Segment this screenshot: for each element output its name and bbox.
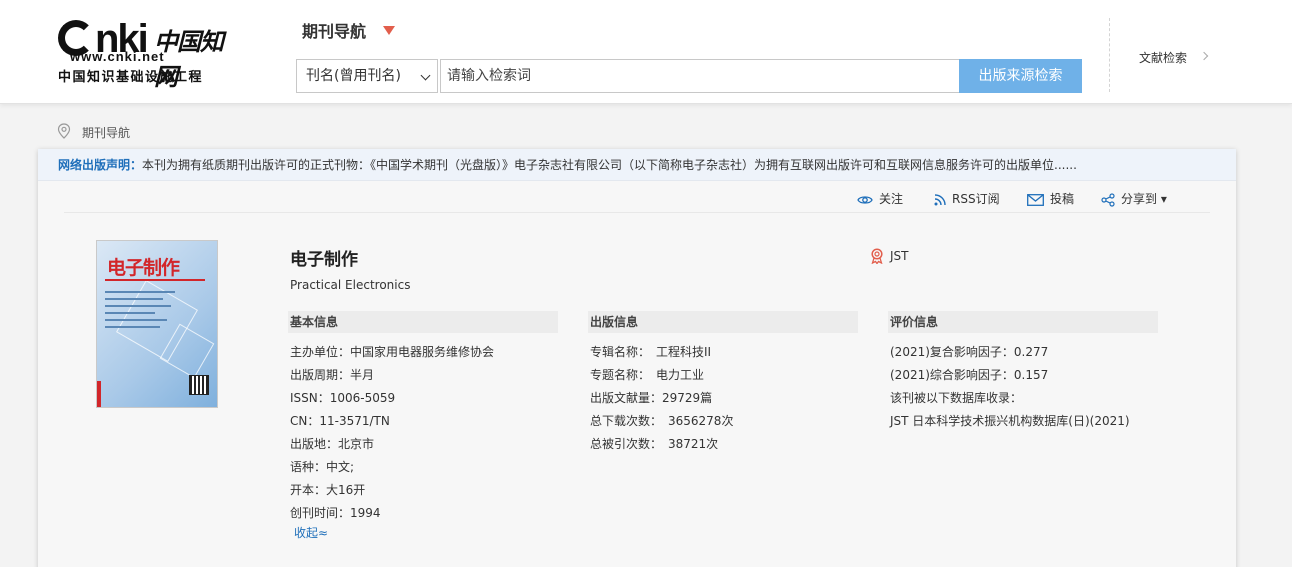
- journal-cover[interactable]: 电子制作: [96, 240, 218, 408]
- chevron-right-icon: [1199, 51, 1209, 61]
- share-icon: [1101, 192, 1115, 207]
- cover-line: [105, 326, 160, 328]
- rss-label: RSS订阅: [952, 192, 1000, 206]
- jst-label: JST: [890, 249, 909, 263]
- header: nki 中国知网 www.cnki.net 中国知识基础设施工程 期刊导航 刊名…: [0, 0, 1292, 104]
- publish-notice: 网络出版声明：本刊为拥有纸质期刊出版许可的正式刊物：《中国学术期刊（光盘版）》电…: [38, 149, 1236, 181]
- collapse-link[interactable]: 收起≈: [294, 524, 328, 541]
- eval-field-jst-database[interactable]: JST 日本科学技术振兴机构数据库(日)(2021): [890, 412, 1130, 429]
- cover-line: [105, 279, 205, 281]
- eval-field-indexed-by: 该刊被以下数据库收录：: [890, 391, 1023, 405]
- share-label: 分享到 ▾: [1121, 192, 1167, 206]
- nav-caret-down-icon[interactable]: [383, 26, 395, 35]
- basic-field-cn: CN：11-3571/TN: [290, 414, 390, 428]
- breadcrumb[interactable]: 期刊导航: [82, 124, 130, 141]
- doc-search-label: 文献检索: [1139, 51, 1188, 65]
- search-field-select-value: 刊名(曾用刊名): [306, 68, 401, 84]
- publish-field-topic: 专题名称： 电力工业: [590, 368, 705, 382]
- logo-url: www.cnki.net: [70, 49, 165, 64]
- notice-label: 网络出版声明：: [58, 158, 143, 172]
- cnki-logo[interactable]: nki 中国知网 www.cnki.net 中国知识基础设施工程: [58, 18, 244, 91]
- journal-title: 电子制作: [290, 250, 358, 270]
- basic-field-location: 出版地：北京市: [290, 437, 375, 451]
- basic-field-sponsor: 主办单位：中国家用电器服务维修协会: [290, 345, 495, 359]
- rss-icon: [934, 193, 946, 205]
- jst-badge[interactable]: JST: [871, 248, 909, 264]
- header-divider: [1109, 18, 1110, 92]
- notice-text: 本刊为拥有纸质期刊出版许可的正式刊物：《中国学术期刊（光盘版）》电子杂志社有限公…: [142, 158, 1077, 172]
- basic-field-frequency: 出版周期：半月: [290, 368, 375, 382]
- chevron-down-icon: [420, 70, 431, 81]
- cover-line: [105, 305, 171, 307]
- source-search-button[interactable]: 出版来源检索: [959, 59, 1082, 93]
- basic-info-heading: 基本信息: [288, 311, 558, 333]
- logo-subtitle: 中国知识基础设施工程: [58, 70, 204, 85]
- publish-info-heading: 出版信息: [588, 311, 858, 333]
- follow-label: 关注: [879, 192, 904, 206]
- cover-title: 电子制作: [107, 257, 180, 279]
- search-field-select[interactable]: 刊名(曾用刊名): [296, 59, 438, 93]
- cover-line: [105, 298, 163, 300]
- publish-field-series: 专辑名称： 工程科技II: [590, 345, 712, 359]
- journal-english-title: Practical Electronics: [290, 278, 411, 292]
- qr-code-icon: [189, 375, 209, 395]
- journal-card: 网络出版声明：本刊为拥有纸质期刊出版许可的正式刊物：《中国学术期刊（光盘版）》电…: [38, 149, 1236, 567]
- cover-line: [105, 291, 175, 293]
- publish-field-downloads: 总下载次数： 3656278次: [590, 414, 734, 428]
- cover-line: [105, 312, 155, 314]
- location-pin-icon: [57, 123, 71, 139]
- basic-field-issn: ISSN：1006-5059: [290, 391, 396, 405]
- submit-label: 投稿: [1050, 192, 1075, 206]
- publish-field-citations: 总被引次数： 38721次: [590, 437, 719, 451]
- cover-red-bar: [97, 381, 101, 407]
- eval-field-comprehensive-if: (2021)综合影响因子：0.157: [890, 368, 1049, 382]
- basic-field-founded: 创刊时间：1994: [290, 506, 381, 520]
- evaluation-info-heading: 评价信息: [888, 311, 1158, 333]
- share-button[interactable]: 分享到 ▾: [1101, 190, 1167, 207]
- eval-field-composite-if: (2021)复合影响因子：0.277: [890, 345, 1049, 359]
- submit-button[interactable]: 投稿: [1027, 190, 1074, 207]
- follow-button[interactable]: 关注: [857, 190, 903, 207]
- publish-field-articles: 出版文献量：29729篇: [590, 391, 713, 405]
- eye-icon: [857, 195, 873, 204]
- envelope-icon: [1027, 193, 1044, 206]
- search-input[interactable]: [440, 59, 960, 93]
- basic-field-language: 语种：中文;: [290, 460, 355, 474]
- cover-line: [105, 319, 167, 321]
- basic-field-format: 开本：大16开: [290, 483, 366, 497]
- nav-title[interactable]: 期刊导航: [302, 18, 366, 42]
- action-divider: [64, 212, 1210, 213]
- doc-search-link[interactable]: 文献检索: [1139, 49, 1209, 66]
- rss-button[interactable]: RSS订阅: [934, 190, 1000, 207]
- award-ribbon-icon: [871, 248, 883, 264]
